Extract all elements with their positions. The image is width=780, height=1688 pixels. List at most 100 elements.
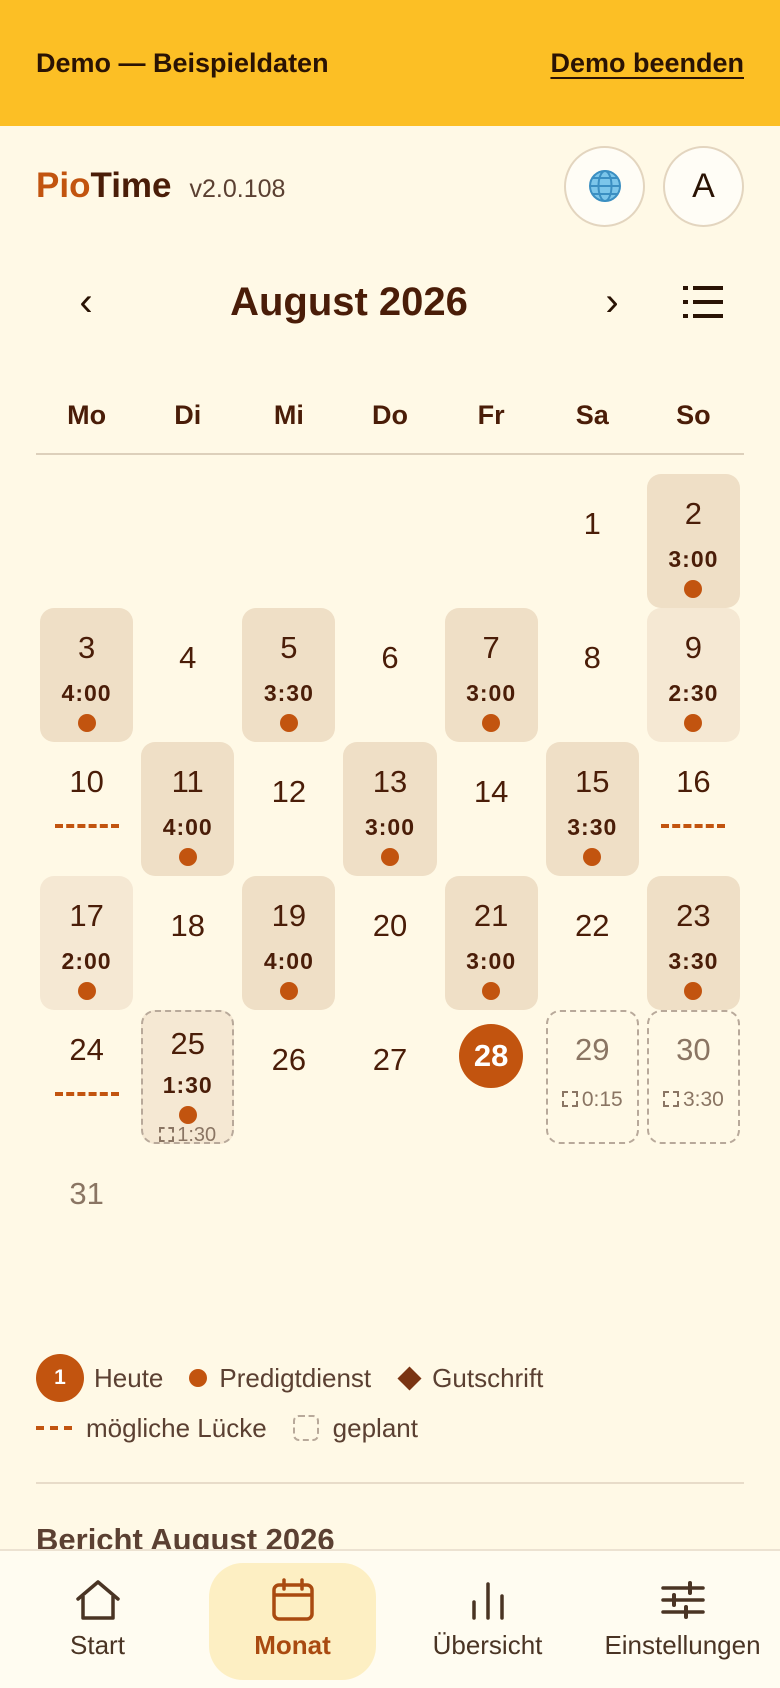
day-hours: 3:30 bbox=[668, 948, 719, 974]
today-marker: 28 bbox=[459, 1024, 524, 1088]
calendar-day[interactable]: 29 0:15 bbox=[545, 1010, 639, 1144]
month-title: August 2026 bbox=[230, 279, 468, 324]
day-number: 18 bbox=[170, 908, 205, 943]
calendar-day[interactable]: 16 bbox=[647, 742, 740, 876]
prev-month-button[interactable]: ‹ bbox=[36, 282, 136, 322]
calendar-day[interactable]: 4 bbox=[141, 608, 234, 742]
weekday-label: Mo bbox=[67, 400, 107, 430]
calendar-day[interactable]: 18 bbox=[141, 876, 234, 1010]
day-number: 2 bbox=[684, 496, 703, 531]
calendar-day[interactable]: 19 4:00 bbox=[242, 876, 336, 1010]
day-hours: 3:00 bbox=[466, 948, 517, 974]
nav-label: Start bbox=[70, 1630, 125, 1660]
planned-hours: 0:15 bbox=[546, 1088, 639, 1112]
calendar-day[interactable]: 12 bbox=[242, 742, 335, 876]
day-hours: 3:30 bbox=[263, 680, 314, 706]
service-dot bbox=[77, 714, 96, 732]
day-number: 4 bbox=[179, 640, 197, 675]
gap-indicator bbox=[54, 1092, 119, 1096]
planned-icon bbox=[662, 1091, 679, 1107]
calendar-day[interactable]: 23 3:30 bbox=[646, 876, 740, 1010]
legend-label: Gutschrift bbox=[432, 1362, 544, 1393]
calendar-empty-cell bbox=[445, 474, 538, 608]
nav-settings[interactable]: Einstellungen bbox=[585, 1551, 780, 1688]
dashed-line-icon bbox=[36, 1426, 72, 1430]
calendar-day[interactable]: 27 bbox=[343, 1010, 436, 1144]
calendar-day[interactable]: 15 3:30 bbox=[545, 742, 639, 876]
sliders-icon bbox=[660, 1581, 705, 1619]
calendar-day[interactable]: 14 bbox=[445, 742, 538, 876]
calendar-day[interactable]: 5 3:30 bbox=[242, 608, 336, 742]
avatar-initial: A bbox=[692, 166, 715, 205]
app-header: PioTime v2.0.108 A bbox=[36, 145, 744, 227]
day-number: 21 bbox=[473, 898, 509, 933]
end-demo-link[interactable]: Demo beenden bbox=[550, 48, 744, 79]
legend-service: Predigtdienst bbox=[189, 1363, 371, 1394]
legend-credit: Gutschrift bbox=[397, 1363, 543, 1394]
nav-overview[interactable]: Übersicht bbox=[390, 1551, 585, 1688]
legend-label: geplant bbox=[332, 1412, 418, 1443]
service-dot bbox=[482, 982, 501, 1000]
month-navigation: ‹ August 2026 › bbox=[36, 262, 744, 342]
avatar-button[interactable]: A bbox=[663, 145, 744, 227]
nav-month[interactable]: Monat bbox=[195, 1551, 390, 1688]
calendar-legend: 1 Heute Predigtdienst Gutschrift mögliche… bbox=[36, 1354, 744, 1455]
calendar-day[interactable]: 8 bbox=[546, 608, 639, 742]
brand-logo: PioTime bbox=[36, 166, 172, 206]
weekday-label: Mi bbox=[273, 400, 304, 430]
divider bbox=[36, 1482, 744, 1484]
calendar-day[interactable]: 21 3:00 bbox=[444, 876, 538, 1010]
next-month-button[interactable]: › bbox=[562, 282, 662, 322]
day-number: 12 bbox=[271, 774, 307, 809]
day-number: 31 bbox=[69, 1176, 104, 1211]
calendar-day[interactable]: 10 bbox=[40, 742, 133, 876]
calendar-day[interactable]: 11 4:00 bbox=[141, 742, 235, 876]
day-number: 5 bbox=[280, 630, 298, 665]
calendar-day[interactable]: 6 bbox=[343, 608, 436, 742]
calendar-day[interactable]: 26 bbox=[242, 1010, 335, 1144]
legend-today: 1 Heute bbox=[36, 1354, 163, 1402]
service-dot bbox=[178, 1106, 197, 1124]
gap-indicator bbox=[661, 824, 726, 828]
day-number: 20 bbox=[372, 908, 408, 943]
calendar-day[interactable]: 22 bbox=[546, 876, 639, 1010]
nav-start[interactable]: Start bbox=[0, 1551, 195, 1688]
day-hours: 4:00 bbox=[61, 680, 112, 706]
calendar-day[interactable]: 20 bbox=[343, 876, 436, 1010]
weekday-label: Di bbox=[174, 400, 202, 430]
calendar-day[interactable]: 9 2:30 bbox=[646, 608, 740, 742]
day-number: 19 bbox=[271, 898, 307, 933]
day-number: 10 bbox=[69, 764, 104, 799]
calendar-day[interactable]: 31 bbox=[40, 1144, 133, 1278]
calendar-day[interactable]: 2 3:00 bbox=[646, 474, 740, 608]
service-dot bbox=[279, 982, 298, 1000]
legend-label: Predigtdienst bbox=[219, 1362, 372, 1393]
calendar-day[interactable]: 25 1:30 1:30 bbox=[141, 1010, 235, 1147]
day-number: 15 bbox=[575, 764, 610, 799]
calendar-day-today[interactable]: 28 bbox=[445, 1010, 538, 1144]
bottom-navigation: Start Monat Übersicht Einstellungen bbox=[0, 1549, 780, 1688]
planned-hours: 1:30 bbox=[141, 1124, 234, 1147]
weekday-header: Mo Di Mi Do Fr Sa So bbox=[36, 385, 744, 455]
day-hours: 2:30 bbox=[668, 680, 719, 706]
calendar-day[interactable]: 3 4:00 bbox=[40, 608, 134, 742]
home-icon bbox=[75, 1580, 120, 1620]
day-number: 26 bbox=[271, 1042, 307, 1077]
app-version: v2.0.108 bbox=[189, 174, 286, 203]
calendar-empty-cell bbox=[40, 474, 133, 608]
calendar-day[interactable]: 7 3:00 bbox=[444, 608, 538, 742]
list-view-button[interactable] bbox=[662, 272, 744, 332]
calendar-day[interactable]: 1 bbox=[546, 474, 639, 608]
day-hours: 4:00 bbox=[162, 814, 213, 840]
calendar-day[interactable]: 13 3:00 bbox=[343, 742, 437, 876]
bar-chart-icon bbox=[471, 1582, 504, 1620]
today-sample: 1 bbox=[36, 1354, 84, 1402]
calendar-day[interactable]: 17 2:00 bbox=[40, 876, 134, 1010]
legend-label: mögliche Lücke bbox=[86, 1412, 267, 1443]
planned-icon bbox=[159, 1127, 175, 1142]
calendar-day[interactable]: 30 3:30 bbox=[646, 1010, 740, 1144]
weekday-label: Fr bbox=[477, 400, 505, 430]
day-number: 9 bbox=[684, 630, 703, 665]
language-button[interactable] bbox=[564, 145, 645, 227]
calendar-day[interactable]: 24 bbox=[40, 1010, 133, 1144]
